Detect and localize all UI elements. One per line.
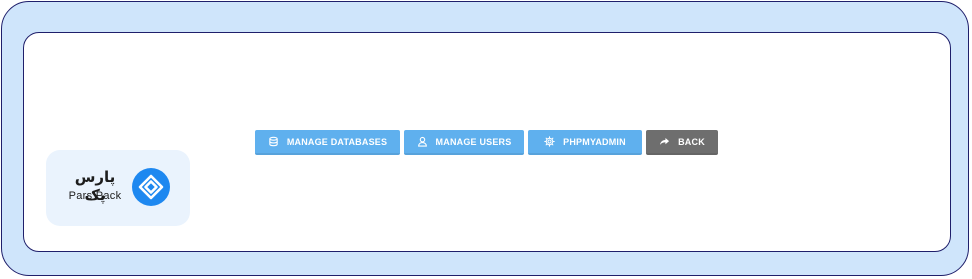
manage-users-label: MANAGE USERS [435, 136, 512, 147]
share-arrow-icon [659, 136, 670, 147]
database-icon [268, 136, 279, 147]
back-label: BACK [678, 136, 705, 147]
phpmyadmin-button[interactable]: PHPMYADMIN [528, 130, 642, 155]
manage-databases-label: MANAGE DATABASES [286, 136, 388, 147]
user-icon [417, 136, 428, 147]
logo-card: پارس پک Pars Pack [46, 150, 190, 226]
parspack-logo-icon [131, 167, 171, 207]
gear-icon [544, 136, 555, 147]
phpmyadmin-label: PHPMYADMIN [563, 136, 626, 147]
back-button[interactable]: BACK [646, 130, 718, 155]
logo-text-english: Pars Pack [68, 190, 122, 202]
logo-wordmark: پارس پک Pars Pack [62, 168, 128, 210]
manage-users-button[interactable]: MANAGE USERS [404, 130, 524, 155]
manage-databases-button[interactable]: MANAGE DATABASES [255, 130, 400, 155]
action-toolbar: MANAGE DATABASES MANAGE USERS PHPMYADMIN… [255, 130, 718, 155]
